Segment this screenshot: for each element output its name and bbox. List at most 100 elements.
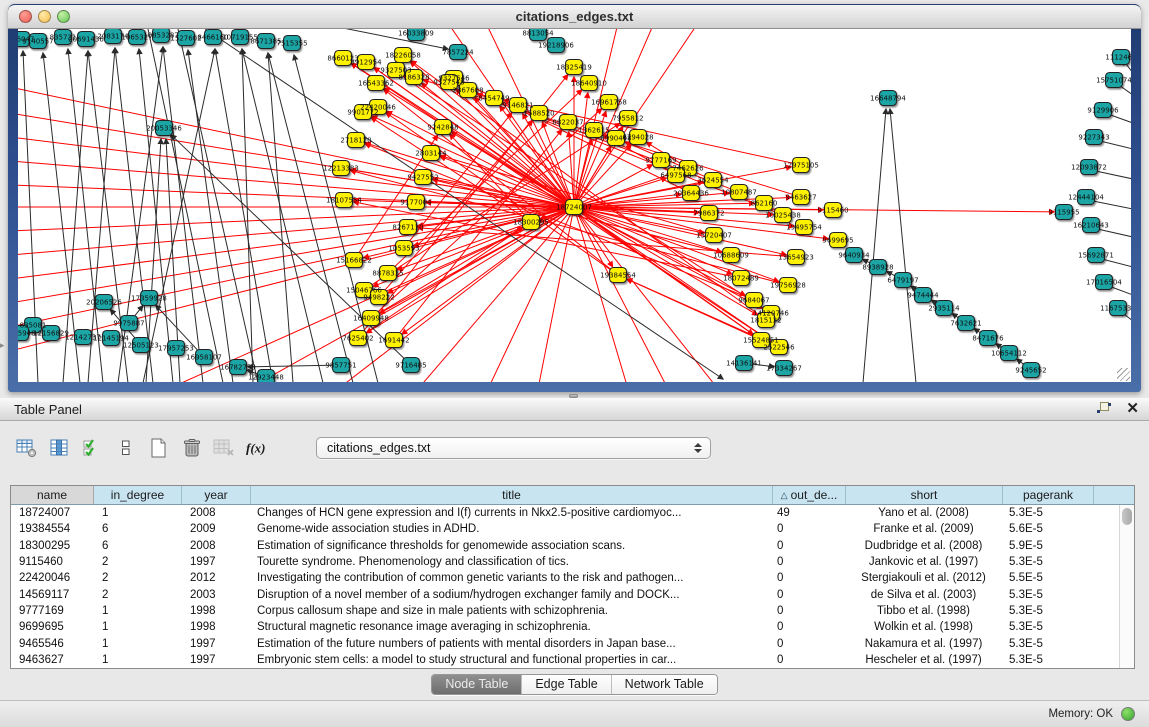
new-table-icon[interactable] bbox=[146, 436, 172, 460]
cell-year[interactable]: 1997 bbox=[182, 654, 251, 666]
table-selector-dropdown[interactable]: citations_edges.txt bbox=[316, 437, 711, 459]
black-edge[interactable] bbox=[163, 47, 203, 382]
cell-pagerank[interactable]: 5.3E-5 bbox=[1003, 654, 1094, 666]
table-row[interactable]: 1938455462009Genome-wide association stu… bbox=[11, 521, 1134, 537]
cell-in-degree[interactable]: 1 bbox=[94, 605, 182, 617]
black-edge[interactable] bbox=[188, 50, 233, 382]
cell-in-degree[interactable]: 1 bbox=[94, 507, 182, 519]
table-row[interactable]: 977716911998Corpus callosum shape and si… bbox=[11, 603, 1134, 619]
window-resize-handle[interactable] bbox=[1117, 368, 1130, 381]
cell-title[interactable]: Genome-wide association studies in ADHD. bbox=[251, 523, 773, 535]
cell-out-de-[interactable]: 0 bbox=[773, 605, 846, 617]
cell-name[interactable]: 9115460 bbox=[11, 556, 94, 568]
black-edge[interactable] bbox=[143, 49, 215, 382]
cell-year[interactable]: 2009 bbox=[182, 523, 251, 535]
cell-pagerank[interactable]: 5.3E-5 bbox=[1003, 605, 1094, 617]
cell-year[interactable]: 2008 bbox=[182, 540, 251, 552]
column-header-out-de-[interactable]: △out_de... bbox=[773, 486, 846, 504]
cell-year[interactable]: 2012 bbox=[182, 572, 251, 584]
cell-pagerank[interactable]: 5.9E-5 bbox=[1003, 540, 1094, 552]
cell-short[interactable]: Jankovic et al. (1997) bbox=[846, 556, 1003, 568]
column-header-short[interactable]: short bbox=[846, 486, 1003, 504]
cell-out-de-[interactable]: 0 bbox=[773, 589, 846, 601]
black-edge[interactable] bbox=[115, 48, 153, 382]
select-rows-check-icon[interactable] bbox=[80, 436, 106, 460]
cell-pagerank[interactable]: 5.3E-5 bbox=[1003, 589, 1094, 601]
cell-name[interactable]: 14569117 bbox=[11, 589, 94, 601]
column-header-year[interactable]: year bbox=[182, 486, 251, 504]
cell-year[interactable]: 2003 bbox=[182, 589, 251, 601]
cell-out-de-[interactable]: 0 bbox=[773, 621, 846, 633]
table-settings-icon[interactable] bbox=[14, 436, 40, 460]
table-panel-header[interactable]: Table Panel ✕ bbox=[0, 398, 1149, 421]
cell-pagerank[interactable]: 5.3E-5 bbox=[1003, 638, 1094, 650]
cell-title[interactable]: Structural magnetic resonance image aver… bbox=[251, 621, 773, 633]
cell-in-degree[interactable]: 1 bbox=[94, 638, 182, 650]
red-edge[interactable] bbox=[538, 207, 574, 382]
network-view-window[interactable]: citations_edges.txt 16604791405578357212… bbox=[8, 4, 1141, 392]
function-builder-icon[interactable]: f(x) bbox=[245, 436, 271, 460]
cell-year[interactable]: 2008 bbox=[182, 507, 251, 519]
cell-in-degree[interactable]: 6 bbox=[94, 540, 182, 552]
cell-out-de-[interactable]: 0 bbox=[773, 654, 846, 666]
cell-year[interactable]: 1997 bbox=[182, 638, 251, 650]
black-edge[interactable] bbox=[242, 49, 323, 382]
table-body[interactable]: 1872400712008Changes of HCN gene express… bbox=[11, 505, 1134, 668]
black-edge[interactable] bbox=[863, 109, 886, 382]
cell-short[interactable]: Tibbo et al. (1998) bbox=[846, 605, 1003, 617]
cell-year[interactable]: 1997 bbox=[182, 556, 251, 568]
cell-name[interactable]: 18300295 bbox=[11, 540, 94, 552]
cell-title[interactable]: Investigating the contribution of common… bbox=[251, 572, 773, 584]
column-header-pagerank[interactable]: pagerank bbox=[1003, 486, 1094, 504]
network-canvas[interactable]: 1660479140557835721206914362083174106532… bbox=[18, 29, 1131, 382]
cell-title[interactable]: Embryonic stem cells: a model to study s… bbox=[251, 654, 773, 666]
cell-pagerank[interactable]: 5.5E-5 bbox=[1003, 572, 1094, 584]
cell-pagerank[interactable]: 5.3E-5 bbox=[1003, 507, 1094, 519]
cell-short[interactable]: Hescheler et al. (1997) bbox=[846, 654, 1003, 666]
row-height-icon[interactable] bbox=[113, 436, 139, 460]
cell-name[interactable]: 9465546 bbox=[11, 638, 94, 650]
column-header-in-degree[interactable]: in_degree bbox=[94, 486, 182, 504]
cell-year[interactable]: 1998 bbox=[182, 621, 251, 633]
cell-in-degree[interactable]: 1 bbox=[94, 654, 182, 666]
cell-title[interactable]: Tourette syndrome. Phenomenology and cla… bbox=[251, 556, 773, 568]
cell-name[interactable]: 9463627 bbox=[11, 654, 94, 666]
black-edge[interactable] bbox=[171, 135, 408, 362]
cell-out-de-[interactable]: 49 bbox=[773, 507, 846, 519]
citation-network-graph[interactable]: 1660479140557835721206914362083174106532… bbox=[18, 29, 1131, 382]
cell-out-de-[interactable]: 0 bbox=[773, 540, 846, 552]
cell-title[interactable]: Disruption of a novel member of a sodium… bbox=[251, 589, 773, 601]
table-row[interactable]: 911546021997Tourette syndrome. Phenomeno… bbox=[11, 554, 1134, 570]
cell-title[interactable]: Estimation of significance thresholds fo… bbox=[251, 540, 773, 552]
table-row[interactable]: 969969511998Structural magnetic resonanc… bbox=[11, 619, 1134, 635]
tab-node-table[interactable]: Node Table bbox=[432, 675, 521, 694]
cell-short[interactable]: de Silva et al. (2003) bbox=[846, 589, 1003, 601]
cell-in-degree[interactable]: 2 bbox=[94, 572, 182, 584]
cell-out-de-[interactable]: 0 bbox=[773, 638, 846, 650]
cell-pagerank[interactable]: 5.3E-5 bbox=[1003, 556, 1094, 568]
select-columns-icon[interactable] bbox=[47, 436, 73, 460]
red-edge[interactable] bbox=[569, 132, 574, 203]
delete-table-icon[interactable] bbox=[212, 436, 238, 460]
black-edge[interactable] bbox=[248, 365, 337, 367]
close-panel-icon[interactable]: ✕ bbox=[1126, 402, 1139, 416]
cell-name[interactable]: 9777169 bbox=[11, 605, 94, 617]
delete-row-trash-icon[interactable] bbox=[179, 436, 205, 460]
table-scrollbar[interactable] bbox=[1119, 505, 1134, 668]
cell-in-degree[interactable]: 1 bbox=[94, 621, 182, 633]
cell-out-de-[interactable]: 0 bbox=[773, 572, 846, 584]
splitter-collapse-arrow[interactable]: ▸ bbox=[0, 340, 5, 351]
table-row[interactable]: 1872400712008Changes of HCN gene express… bbox=[11, 505, 1134, 521]
cell-short[interactable]: Dudbridge et al. (2008) bbox=[846, 540, 1003, 552]
cell-title[interactable]: Changes of HCN gene expression and I(f) … bbox=[251, 507, 773, 519]
table-row[interactable]: 2242004622012Investigating the contribut… bbox=[11, 570, 1134, 586]
cell-name[interactable]: 18724007 bbox=[11, 507, 94, 519]
column-header-name[interactable]: name bbox=[11, 486, 94, 504]
table-row[interactable]: 946554611997Estimation of the future num… bbox=[11, 635, 1134, 651]
window-titlebar[interactable]: citations_edges.txt bbox=[8, 4, 1141, 29]
cell-name[interactable]: 22420046 bbox=[11, 572, 94, 584]
black-edge[interactable] bbox=[178, 29, 258, 382]
table-row[interactable]: 1456911722003Disruption of a novel membe… bbox=[11, 586, 1134, 602]
tab-edge-table[interactable]: Edge Table bbox=[521, 675, 610, 694]
cell-title[interactable]: Corpus callosum shape and size in male p… bbox=[251, 605, 773, 617]
